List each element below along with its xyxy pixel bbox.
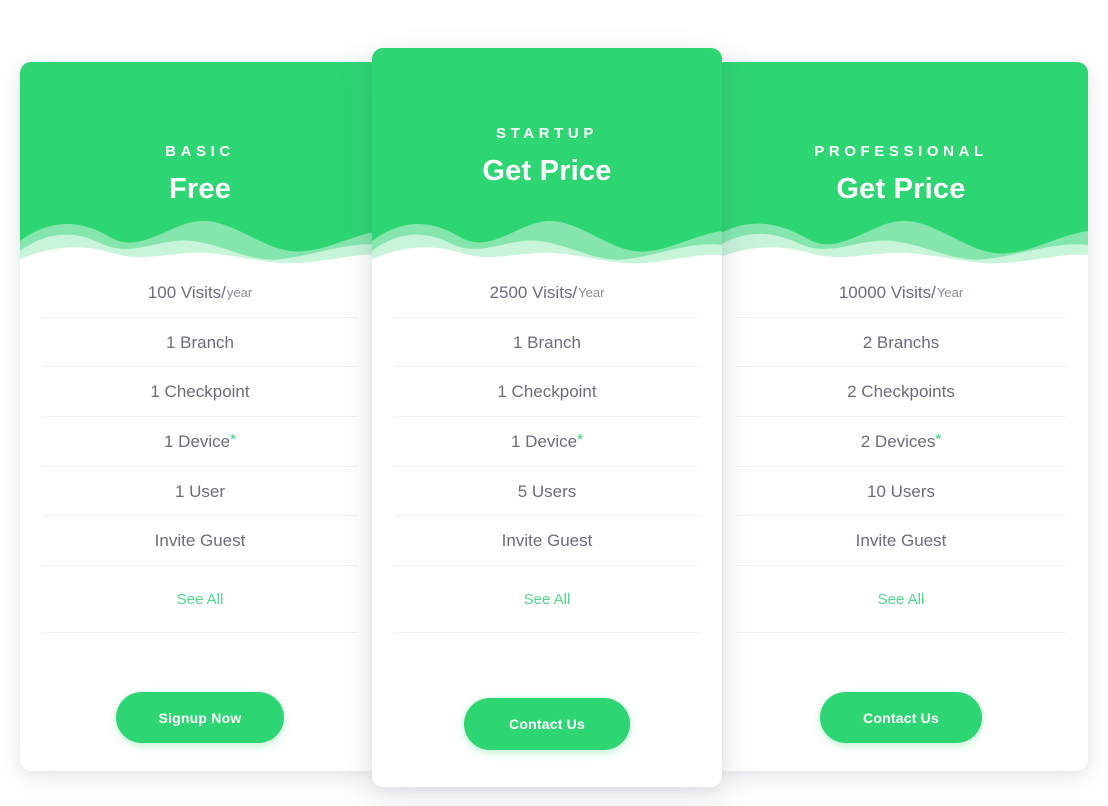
feature-row: Invite Guest: [736, 516, 1066, 567]
feature-text: 2500 Visits/: [489, 282, 578, 302]
card-header-professional: PROFESSIONAL Get Price: [714, 62, 1088, 269]
feature-row: 1 Branch: [394, 318, 700, 368]
feature-list-basic: 100 Visits/year 1 Branch 1 Checkpoint 1 …: [20, 268, 380, 673]
card-header-startup: STARTUP Get Price: [372, 48, 722, 269]
see-all-link-professional[interactable]: See All: [878, 592, 925, 607]
feature-text: 10000 Visits/: [838, 282, 936, 302]
see-all-link-startup[interactable]: See All: [524, 592, 571, 607]
plan-name-startup: STARTUP: [496, 125, 598, 142]
feature-row: 2 Checkpoints: [736, 367, 1066, 418]
see-all-row: See All: [736, 566, 1066, 634]
cta-zone-basic: Signup Now: [20, 673, 380, 771]
feature-row: 1 Checkpoint: [42, 367, 358, 418]
wave-decoration-startup: [372, 207, 722, 269]
feature-asterisk: *: [230, 430, 236, 448]
feature-asterisk: *: [935, 430, 942, 448]
feature-text: Invite Guest: [501, 531, 593, 551]
feature-text: 2 Branchs: [862, 332, 940, 352]
feature-row: Invite Guest: [42, 516, 358, 567]
feature-text: 2 Checkpoints: [847, 382, 955, 402]
feature-text: 5 Users: [517, 481, 577, 501]
feature-text: 100 Visits/: [147, 282, 226, 302]
feature-text: Invite Guest: [154, 531, 246, 551]
feature-row: 2 Devices *: [736, 417, 1066, 467]
feature-unit: Year: [578, 284, 605, 300]
see-all-row: See All: [42, 566, 358, 634]
feature-asterisk: *: [577, 430, 583, 448]
feature-text: 1 Branch: [165, 332, 235, 352]
feature-list-professional: 10000 Visits/Year 2 Branchs 2 Checkpoint…: [714, 268, 1088, 673]
pricing-card-professional: PROFESSIONAL Get Price 10000 Visits/Year…: [714, 62, 1088, 771]
see-all-link-basic[interactable]: See All: [177, 592, 224, 607]
plan-name-basic: BASIC: [165, 143, 235, 160]
contact-us-button-professional[interactable]: Contact Us: [820, 692, 982, 744]
wave-decoration-professional: [714, 207, 1088, 269]
feature-row: 100 Visits/year: [42, 268, 358, 318]
pricing-card-basic: BASIC Free 100 Visits/year 1 Branch 1 Ch…: [20, 62, 380, 771]
feature-row: Invite Guest: [394, 516, 700, 567]
feature-row: 1 Checkpoint: [394, 367, 700, 418]
signup-now-button[interactable]: Signup Now: [116, 692, 284, 744]
feature-text: 1 User: [174, 481, 226, 501]
see-all-row: See All: [394, 566, 700, 634]
plan-price-professional: Get Price: [836, 173, 966, 205]
feature-row: 1 Device *: [394, 417, 700, 467]
feature-unit: year: [226, 284, 253, 300]
cta-zone-professional: Contact Us: [714, 673, 1088, 771]
feature-row: 1 Branch: [42, 318, 358, 368]
plan-name-professional: PROFESSIONAL: [814, 143, 988, 160]
feature-text: Invite Guest: [855, 531, 947, 551]
card-header-basic: BASIC Free: [20, 62, 380, 269]
feature-text: 1 Branch: [512, 332, 582, 352]
feature-row: 2500 Visits/Year: [394, 268, 700, 318]
pricing-card-startup: STARTUP Get Price 2500 Visits/Year 1 Bra…: [372, 48, 722, 787]
feature-row: 1 Device *: [42, 417, 358, 467]
feature-row: 10 Users: [736, 467, 1066, 517]
feature-text: 2 Devices: [860, 431, 936, 451]
plan-price-basic: Free: [168, 173, 232, 205]
feature-row: 5 Users: [394, 467, 700, 517]
cta-zone-startup: Contact Us: [372, 676, 722, 787]
contact-us-button-startup[interactable]: Contact Us: [464, 697, 630, 750]
feature-text: 1 Device: [511, 431, 578, 451]
wave-decoration-basic: [20, 207, 380, 269]
feature-text: 1 Device: [164, 431, 231, 451]
feature-row: 10000 Visits/Year: [736, 268, 1066, 318]
plan-price-startup: Get Price: [482, 155, 612, 187]
feature-unit: Year: [936, 284, 964, 300]
feature-text: 1 Checkpoint: [150, 382, 250, 402]
feature-text: 1 Checkpoint: [497, 382, 597, 402]
feature-list-startup: 2500 Visits/Year 1 Branch 1 Checkpoint 1…: [372, 268, 722, 676]
feature-text: 10 Users: [866, 481, 936, 501]
pricing-plans-section: BASIC Free 100 Visits/year 1 Branch 1 Ch…: [0, 0, 1108, 806]
feature-row: 2 Branchs: [736, 318, 1066, 368]
feature-row: 1 User: [42, 467, 358, 517]
